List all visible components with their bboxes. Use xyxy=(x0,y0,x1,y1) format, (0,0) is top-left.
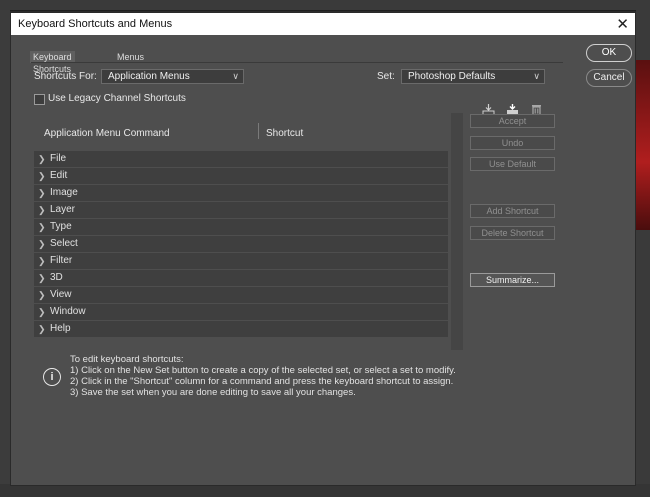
shortcuts-table: Application Menu Command Shortcut ❯ File … xyxy=(32,113,463,350)
ok-button[interactable]: OK xyxy=(586,44,632,62)
cancel-button[interactable]: Cancel xyxy=(586,69,632,87)
delete-shortcut-button[interactable]: Delete Shortcut xyxy=(470,226,555,240)
tab-divider xyxy=(31,62,563,63)
set-label: Set: xyxy=(377,71,395,82)
close-icon[interactable]: ✕ xyxy=(616,15,629,33)
chevron-right-icon: ❯ xyxy=(38,171,46,181)
dialog-title: Keyboard Shortcuts and Menus xyxy=(18,18,173,30)
column-header-shortcut: Shortcut xyxy=(266,128,304,139)
chevron-right-icon: ❯ xyxy=(38,205,46,215)
menu-row-view[interactable]: ❯ View xyxy=(34,287,448,303)
chevron-right-icon: ❯ xyxy=(38,222,46,232)
menu-row-image[interactable]: ❯ Image xyxy=(34,185,448,201)
shortcuts-for-select[interactable]: Application Menus ∨ xyxy=(101,69,244,84)
info-step-1: 1) Click on the New Set button to create… xyxy=(70,365,456,376)
chevron-down-icon: ∨ xyxy=(232,71,239,81)
menu-row-filter[interactable]: ❯ Filter xyxy=(34,253,448,269)
menu-row-label: Type xyxy=(50,221,72,232)
chevron-right-icon: ❯ xyxy=(38,239,46,249)
add-shortcut-button[interactable]: Add Shortcut xyxy=(470,204,555,218)
shortcuts-for-value: Application Menus xyxy=(108,71,190,82)
keyboard-shortcuts-dialog: Keyboard Shortcuts and Menus ✕ Keyboard … xyxy=(10,12,636,486)
menu-row-file[interactable]: ❯ File xyxy=(34,151,448,167)
menu-row-label: Window xyxy=(50,306,86,317)
menu-row-label: Layer xyxy=(50,204,76,215)
summarize-button[interactable]: Summarize... xyxy=(470,273,555,287)
menu-row-help[interactable]: ❯ Help xyxy=(34,321,448,337)
menu-row-layer[interactable]: ❯ Layer xyxy=(34,202,448,218)
info-heading: To edit keyboard shortcuts: xyxy=(70,354,184,365)
undo-button[interactable]: Undo xyxy=(470,136,555,150)
shortcuts-for-label: Shortcuts For: xyxy=(34,71,97,82)
menu-row-select[interactable]: ❯ Select xyxy=(34,236,448,252)
column-divider xyxy=(258,123,259,139)
menu-row-label: Select xyxy=(50,238,78,249)
menu-row-label: Help xyxy=(50,323,71,334)
chevron-right-icon: ❯ xyxy=(38,188,46,198)
menu-row-label: Image xyxy=(50,187,78,198)
menu-row-label: File xyxy=(50,153,67,164)
chevron-right-icon: ❯ xyxy=(38,307,46,317)
menu-command-list: ❯ File ❯ Edit ❯ Image ❯ Layer ❯ Type ❯ Select … xyxy=(34,151,448,338)
accept-button[interactable]: Accept xyxy=(470,114,555,128)
chevron-right-icon: ❯ xyxy=(38,324,46,334)
menu-row-label: Edit xyxy=(50,170,68,181)
menu-row-window[interactable]: ❯ Window xyxy=(34,304,448,320)
use-default-button[interactable]: Use Default xyxy=(470,157,555,171)
column-header-command: Application Menu Command xyxy=(44,128,170,139)
chevron-right-icon: ❯ xyxy=(38,154,46,164)
menu-row-label: Filter xyxy=(50,255,73,266)
legacy-channel-checkbox[interactable] xyxy=(34,94,45,105)
chevron-right-icon: ❯ xyxy=(38,290,46,300)
info-step-2: 2) Click in the "Shortcut" column for a … xyxy=(70,376,454,387)
chevron-down-icon: ∨ xyxy=(533,71,540,81)
legacy-channel-label: Use Legacy Channel Shortcuts xyxy=(48,93,186,104)
info-icon: i xyxy=(43,368,61,386)
set-select[interactable]: Photoshop Defaults ∨ xyxy=(401,69,545,84)
menu-row-label: View xyxy=(50,289,72,300)
table-scrollbar[interactable] xyxy=(451,113,463,350)
background-canvas-preview xyxy=(636,60,650,230)
menu-row-3d[interactable]: ❯ 3D xyxy=(34,270,448,286)
background-app-toolbar xyxy=(0,0,650,11)
set-value: Photoshop Defaults xyxy=(408,71,496,82)
info-step-3: 3) Save the set when you are done editin… xyxy=(70,387,356,398)
menu-row-label: 3D xyxy=(50,272,63,283)
background-app-left-panel xyxy=(0,10,10,497)
chevron-right-icon: ❯ xyxy=(38,256,46,266)
dialog-titlebar: Keyboard Shortcuts and Menus ✕ xyxy=(11,13,635,35)
menu-row-edit[interactable]: ❯ Edit xyxy=(34,168,448,184)
menu-row-type[interactable]: ❯ Type xyxy=(34,219,448,235)
chevron-right-icon: ❯ xyxy=(38,273,46,283)
